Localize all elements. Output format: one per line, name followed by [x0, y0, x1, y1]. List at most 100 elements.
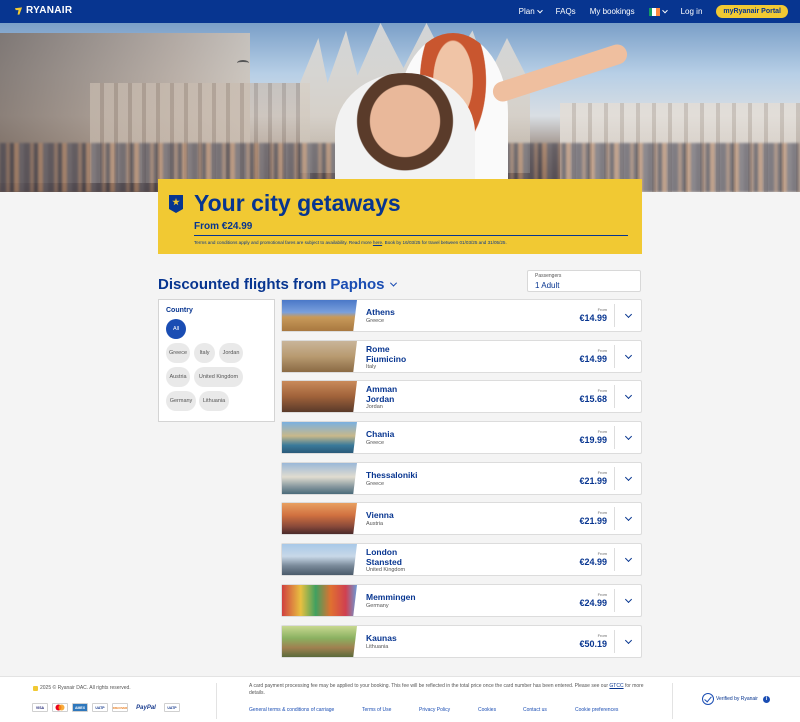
origin-selector[interactable]: Paphos [330, 276, 384, 293]
my-bookings-link[interactable]: My bookings [590, 7, 635, 16]
plan-menu[interactable]: Plan [518, 7, 543, 16]
destination-country: Italy [366, 364, 377, 370]
flight-card-london[interactable]: London Stansted United Kingdom From €24.… [281, 543, 642, 576]
passengers-selector[interactable]: Passengers 1 Adult [527, 270, 641, 292]
logo-text: RYANAIR [26, 5, 73, 16]
destination-city: Thessaloniki [366, 470, 418, 480]
flight-card-chania[interactable]: Chania Greece From €19.99 [281, 421, 642, 454]
payment-methods: VISA AMEX UATP DISCOVER PayPal UATP [32, 703, 180, 712]
destination-city: Athens [366, 307, 395, 317]
from-label: From [597, 633, 607, 638]
filter-pill-greece[interactable]: Greece [166, 343, 190, 363]
footer-link-cookies[interactable]: Cookies [478, 707, 496, 713]
destination-city: Kaunas [366, 633, 397, 643]
destination-country: Austria [366, 521, 384, 527]
flight-price: €24.99 [579, 598, 607, 608]
flight-price: €19.99 [579, 435, 607, 445]
ryanair-logo[interactable]: RYANAIR [14, 5, 72, 16]
filter-pill-italy[interactable]: Italy [194, 343, 215, 363]
flight-card-memmingen[interactable]: Memmingen Germany From €24.99 [281, 584, 642, 617]
chevron-down-icon[interactable] [624, 554, 633, 563]
footer-divider [216, 683, 217, 719]
flight-card-kaunas[interactable]: Kaunas Lithuania From €50.19 [281, 625, 642, 658]
filter-pill-jordan[interactable]: Jordan [219, 343, 243, 363]
chevron-down-icon[interactable] [624, 473, 633, 482]
flight-card-thessaloniki[interactable]: Thessaloniki Greece From €21.99 [281, 462, 642, 495]
chevron-down-icon[interactable] [624, 595, 633, 604]
flight-card-rome[interactable]: Rome Fiumicino Italy From €14.99 [281, 340, 642, 373]
destination-city-line2: Jordan [366, 394, 395, 404]
plan-label: Plan [518, 7, 535, 16]
footer-link-general-terms[interactable]: General terms & conditions of carriage [249, 707, 334, 713]
footer-link-terms-of-use[interactable]: Terms of Use [362, 707, 391, 713]
gtcc-link[interactable]: GTCC [609, 683, 623, 689]
chevron-down-icon[interactable] [389, 279, 397, 287]
flight-card-vienna[interactable]: Vienna Austria From €21.99 [281, 502, 642, 535]
hero-bird [237, 60, 249, 66]
promo-divider [194, 235, 628, 236]
destination-image [282, 463, 357, 494]
promo-terms-link[interactable]: here [373, 240, 382, 245]
info-icon[interactable]: i [762, 695, 770, 703]
faqs-link[interactable]: FAQs [556, 7, 576, 16]
destination-image [282, 341, 357, 372]
copyright: 2025 © Ryanair DAC. All rights reserved. [33, 685, 131, 691]
card-divider [614, 385, 615, 408]
destination-image [282, 300, 357, 331]
chevron-down-icon[interactable] [624, 351, 633, 360]
filter-pill-austria[interactable]: Austria [166, 367, 190, 387]
destination-city: Memmingen [366, 592, 416, 602]
chevron-down-icon[interactable] [624, 636, 633, 645]
chevron-down-icon[interactable] [624, 310, 633, 319]
destination-country: Lithuania [366, 644, 389, 650]
card-fee-note: A card payment processing fee may be app… [249, 683, 649, 697]
footer-link-cookie-preferences[interactable]: Cookie preferences [575, 707, 618, 713]
verified-by-ryanair[interactable]: Verified by Ryanair i [702, 693, 770, 705]
destination-city-line2: Fiumicino [366, 354, 407, 364]
uatp-icon: UATP [92, 703, 108, 712]
destination-country: United Kingdom [366, 567, 406, 573]
card-divider [614, 426, 615, 449]
card-divider [614, 630, 615, 653]
filter-pill-united-kingdom[interactable]: United Kingdom [194, 367, 243, 387]
ireland-flag-icon [648, 7, 660, 16]
flight-card-amman[interactable]: Amman Jordan Jordan From €15.68 [281, 380, 642, 413]
chevron-down-icon[interactable] [624, 513, 633, 522]
promo-banner: Your city getaways From €24.99 Terms and… [158, 179, 642, 254]
footer-link-contact-us[interactable]: Contact us [523, 707, 547, 713]
chevron-down-icon [536, 7, 543, 13]
language-selector[interactable] [648, 7, 668, 16]
destination-city: London [366, 547, 398, 557]
filter-pill-germany[interactable]: Germany [166, 391, 196, 411]
filter-pill-all[interactable]: All [166, 319, 186, 339]
flight-price: €15.68 [579, 394, 607, 404]
flight-price: €24.99 [579, 557, 607, 567]
chevron-down-icon [661, 7, 668, 13]
destination-city: Rome [366, 344, 390, 354]
destination-city: Chania [366, 429, 395, 439]
card-divider [614, 507, 615, 530]
flight-card-athens[interactable]: Athens Greece From €14.99 [281, 299, 642, 332]
main-nav: Plan FAQs My bookings Log in myRyanair P… [519, 0, 788, 23]
section-title-prefix: Discounted flights from [158, 276, 327, 293]
badge-star-icon [169, 195, 183, 213]
footer-link-privacy-policy[interactable]: Privacy Policy [419, 707, 450, 713]
card-divider [614, 467, 615, 490]
verified-text: Verified by Ryanair [716, 696, 758, 702]
harp-icon [33, 685, 38, 691]
myryanair-portal-button[interactable]: myRyanair Portal [716, 5, 788, 18]
country-filter: Country All Greece Italy Jordan Austria … [158, 299, 275, 422]
chevron-down-icon[interactable] [624, 391, 633, 400]
from-label: From [597, 348, 607, 353]
flight-price: €14.99 [579, 313, 607, 323]
destination-country: Greece [366, 481, 385, 487]
promo-terms-text: Terms and conditions apply and promotion… [194, 240, 373, 245]
filter-pill-lithuania[interactable]: Lithuania [199, 391, 229, 411]
visa-icon: VISA [32, 703, 48, 712]
passengers-value: 1 Adult [535, 281, 560, 290]
card-divider [614, 589, 615, 612]
chevron-down-icon[interactable] [624, 432, 633, 441]
flight-price: €21.99 [579, 476, 607, 486]
login-link[interactable]: Log in [681, 7, 703, 16]
copyright-text: 2025 © Ryanair DAC. All rights reserved. [40, 685, 131, 691]
